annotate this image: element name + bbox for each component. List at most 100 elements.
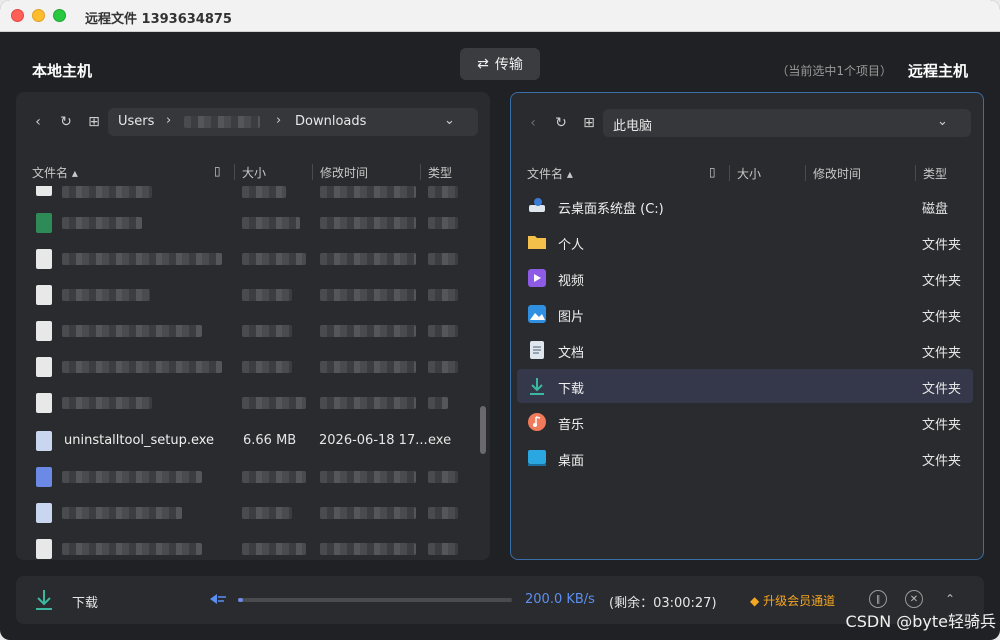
col-name[interactable]: 文件名 ▴ [32, 164, 78, 181]
refresh-icon[interactable]: ↻ [56, 112, 76, 132]
minimize-window-button[interactable] [32, 9, 45, 22]
remote-path-bar[interactable]: 此电脑 ⌄ [603, 109, 971, 137]
blurred-text [320, 361, 416, 373]
blurred-file-row[interactable] [22, 386, 480, 420]
column-divider [915, 165, 916, 181]
file-type: exe [428, 433, 452, 448]
image-file-icon [36, 249, 52, 269]
col-size[interactable]: 大小 [737, 165, 761, 182]
close-window-button[interactable] [11, 9, 24, 22]
remote-row-2[interactable]: 视频 文件夹 [517, 261, 973, 295]
document-icon [530, 341, 544, 359]
transfer-direction-icon [210, 594, 226, 604]
installer-icon [36, 431, 52, 451]
remote-column-header: 文件名 ▴ ▯ 大小 修改时间 类型 [511, 163, 983, 183]
remote-row-name: 文档 [558, 346, 585, 361]
transfer-button[interactable]: ⇄ 传输 [460, 48, 540, 80]
remote-row-type: 文件夹 [922, 310, 962, 325]
col-size[interactable]: 大小 [242, 164, 266, 181]
view-toggle-icon[interactable]: ▯ [214, 164, 221, 178]
col-type[interactable]: 类型 [428, 164, 452, 181]
chevron-up-icon[interactable]: ⌃ [941, 590, 959, 608]
remote-row-type: 文件夹 [922, 382, 962, 397]
transfer-progress-bar [238, 598, 512, 602]
transfer-progress-fill [238, 598, 244, 602]
local-file-panel: ‹ ↻ ⊞ Users › › Downloads ⌄ 文件名 ▴ ▯ 大小 修… [16, 92, 490, 560]
image-file-icon [36, 321, 52, 341]
blurred-text [428, 325, 458, 337]
video-icon [528, 269, 546, 287]
remote-row-1[interactable]: 个人 文件夹 [517, 225, 973, 259]
blurred-text [62, 253, 222, 265]
blurred-path-segment [184, 116, 260, 128]
blurred-file-row[interactable] [22, 350, 480, 384]
blurred-text [320, 507, 416, 519]
remote-row-type: 文件夹 [922, 454, 962, 469]
blurred-file-row[interactable] [22, 460, 480, 494]
remote-row-5[interactable]: 下载 文件夹 [517, 369, 973, 403]
local-scrollbar[interactable] [480, 406, 486, 454]
file-icon [36, 539, 52, 559]
transfer-label: 下载 [72, 596, 99, 611]
col-modified[interactable]: 修改时间 [320, 164, 368, 181]
local-path-bar[interactable]: Users › › Downloads ⌄ [108, 108, 478, 136]
blurred-file-row[interactable] [22, 532, 480, 560]
path-segment-downloads[interactable]: Downloads [295, 114, 366, 129]
blurred-text [428, 397, 448, 409]
blurred-file-row[interactable] [22, 278, 480, 312]
blurred-text [428, 289, 458, 301]
blurred-file-row[interactable] [22, 242, 480, 276]
blurred-text [242, 186, 286, 198]
blurred-text [62, 325, 202, 337]
app-file-icon [36, 467, 52, 487]
cancel-icon[interactable]: ✕ [905, 590, 923, 608]
remote-row-type: 文件夹 [922, 418, 962, 433]
column-divider [420, 164, 421, 180]
path-segment-users[interactable]: Users [118, 114, 154, 129]
download-icon [36, 590, 52, 610]
col-type[interactable]: 类型 [923, 165, 947, 182]
pause-icon[interactable]: ∥ [869, 590, 887, 608]
back-icon[interactable]: ‹ [523, 113, 543, 133]
refresh-icon[interactable]: ↻ [551, 113, 571, 133]
drive-icon [529, 198, 545, 212]
blurred-file-row[interactable] [22, 186, 480, 200]
blurred-text [62, 217, 142, 229]
desktop-icon [528, 450, 546, 466]
file-name: uninstalltool_setup.exe [64, 433, 215, 448]
blurred-file-row[interactable] [22, 314, 480, 348]
blurred-text [242, 471, 306, 483]
file-icon [36, 186, 52, 196]
blurred-file-row[interactable] [22, 206, 480, 240]
path-dropdown-icon[interactable]: ⌄ [937, 114, 948, 129]
back-icon[interactable]: ‹ [28, 112, 48, 132]
transfer-speed: 200.0 KB/s [525, 592, 595, 607]
blurred-text [242, 543, 306, 555]
blurred-text [428, 217, 458, 229]
blurred-text [242, 217, 300, 229]
remote-row-7[interactable]: 桌面 文件夹 [517, 441, 973, 475]
maximize-window-button[interactable] [53, 9, 66, 22]
col-modified[interactable]: 修改时间 [813, 165, 861, 182]
title-bar: 远程文件 1393634875 [0, 0, 1000, 32]
local-host-heading: 本地主机 [32, 62, 93, 80]
path-segment-this-pc[interactable]: 此电脑 [613, 115, 652, 134]
blurred-text [320, 397, 416, 409]
path-dropdown-icon[interactable]: ⌄ [444, 113, 455, 128]
blurred-text [62, 397, 152, 409]
new-folder-icon[interactable]: ⊞ [579, 113, 599, 133]
blurred-text [242, 361, 292, 373]
new-folder-icon[interactable]: ⊞ [84, 112, 104, 132]
vip-upgrade-link[interactable]: ◆ 升级会员通道 [750, 592, 835, 609]
remote-row-0[interactable]: 云桌面系统盘 (C:) 磁盘 [517, 189, 973, 223]
col-name[interactable]: 文件名 ▴ [527, 165, 573, 182]
view-toggle-icon[interactable]: ▯ [709, 165, 716, 179]
remote-row-3[interactable]: 图片 文件夹 [517, 297, 973, 331]
time-remaining: (剩余：03:00:27) [609, 596, 717, 611]
remote-row-6[interactable]: 音乐 文件夹 [517, 405, 973, 439]
blurred-file-row[interactable] [22, 496, 480, 530]
blurred-text [428, 361, 458, 373]
swap-icon: ⇄ [477, 56, 489, 72]
remote-row-4[interactable]: 文档 文件夹 [517, 333, 973, 367]
file-row-uninstalltool[interactable]: uninstalltool_setup.exe 6.66 MB 2026-06-… [22, 424, 480, 458]
